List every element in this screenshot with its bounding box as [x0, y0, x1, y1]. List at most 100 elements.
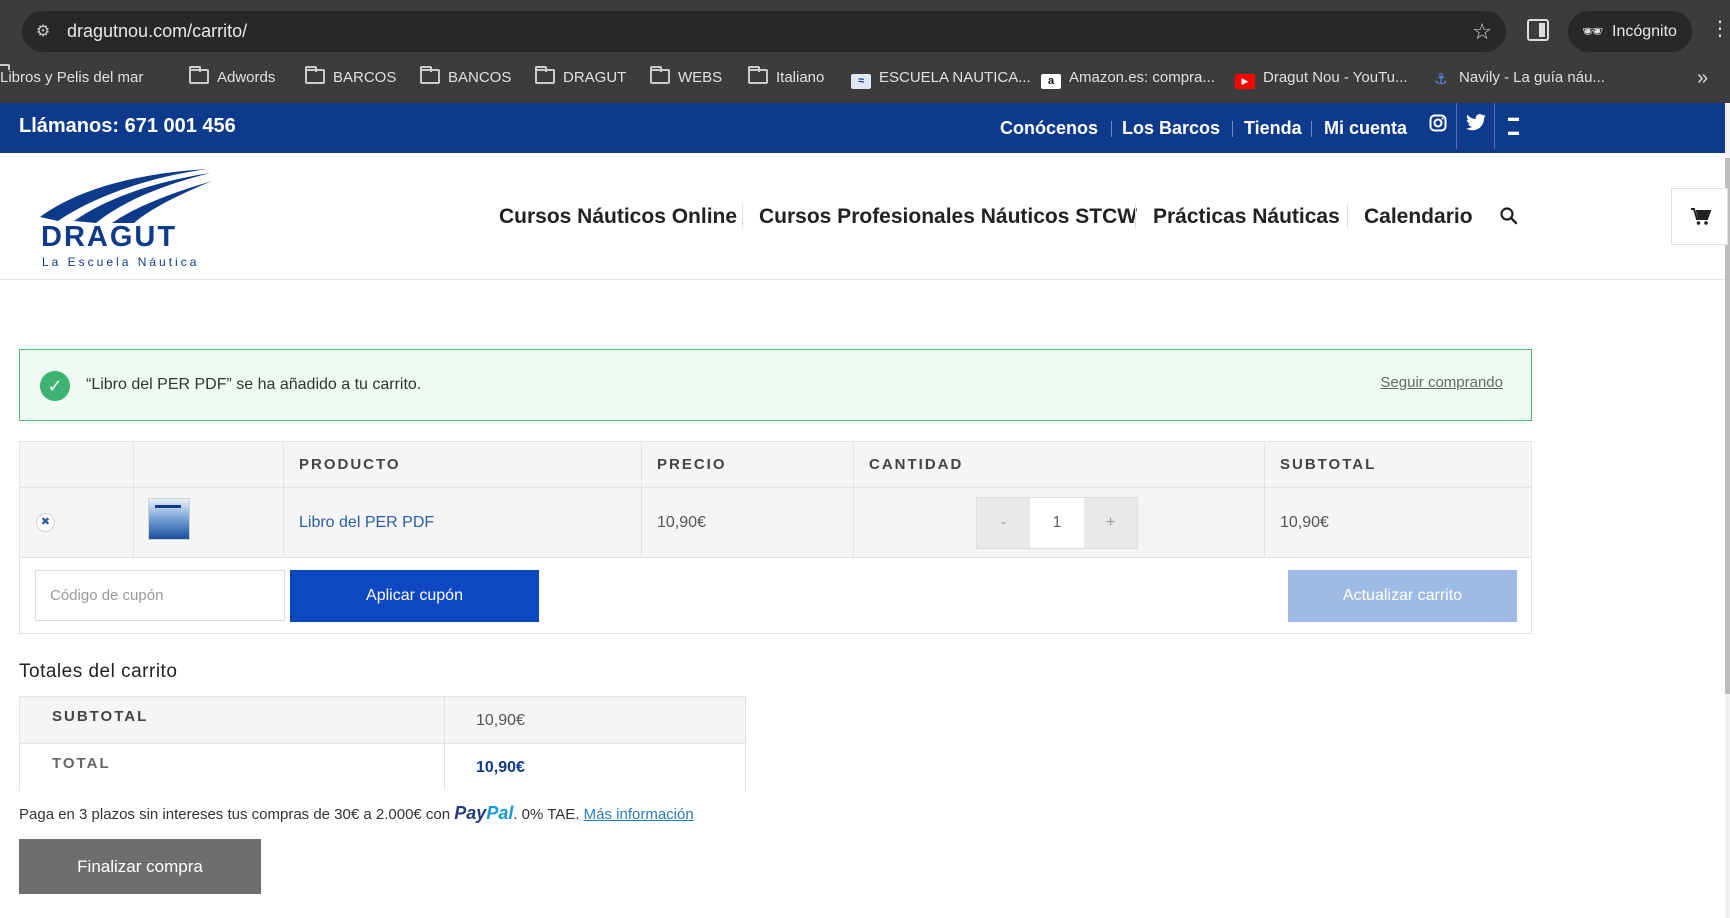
top-link-los-barcos[interactable]: Los Barcos [1122, 103, 1220, 153]
more-info-link[interactable]: Más información [584, 806, 694, 823]
address-bar[interactable]: ⚙ dragutnou.com/carrito/ ☆ [22, 11, 1506, 52]
folder-icon [650, 66, 670, 84]
total-value: 10,90€ [476, 759, 525, 776]
phone-number[interactable]: Llámanos: 671 001 456 [19, 103, 236, 150]
dragut-logo[interactable]: DRAGUT La Escuela Náutica [38, 167, 213, 277]
divider [1232, 121, 1233, 137]
folder-icon [535, 66, 555, 84]
cart-totals-table: SUBTOTAL 10,90€ TOTAL 10,90€ [19, 696, 746, 791]
bookmark-item[interactable]: BARCOS [305, 62, 396, 94]
url-text[interactable]: dragutnou.com/carrito/ [67, 11, 247, 52]
paypal-logo: PayPal [454, 803, 513, 823]
subtotal-value: 10,90€ [476, 712, 525, 729]
bookmark-item[interactable]: Libros y Pelis del mar [0, 62, 143, 94]
top-link-tienda[interactable]: Tienda [1244, 103, 1302, 153]
incognito-badge[interactable]: 🕶 Incógnito [1568, 11, 1692, 52]
bookmarks-bar: Libros y Pelis del mar Adwords BARCOS BA… [0, 62, 1730, 94]
folder-icon [748, 66, 768, 84]
column-header-product: PRODUCTO [299, 456, 401, 473]
product-subtotal: 10,90€ [1280, 514, 1329, 531]
bookmark-item[interactable]: DRAGUT [535, 62, 626, 94]
youtube-icon[interactable]: ▬ ▬ [1495, 103, 1532, 153]
divider [1111, 121, 1112, 137]
table-row: ✖ Libro del PER PDF 10,90€ - + 10,90€ [20, 488, 1531, 558]
bookmark-label: Italiano [776, 69, 825, 86]
bookmark-item[interactable]: a Amazon.es: compra... [1041, 62, 1215, 94]
bookmark-item[interactable]: ▶ Dragut Nou - YouTu... [1235, 62, 1408, 94]
folder-icon [305, 66, 325, 84]
divider [1135, 204, 1136, 228]
divider [133, 442, 134, 558]
product-thumbnail[interactable] [148, 498, 190, 540]
divider [283, 442, 284, 558]
quantity-plus-button[interactable]: + [1084, 498, 1137, 548]
logo-tagline: La Escuela Náutica [42, 255, 200, 269]
bookmark-item[interactable]: WEBS [650, 62, 722, 94]
bookmark-label: Dragut Nou - YouTu... [1263, 69, 1408, 86]
table-row: SUBTOTAL 10,90€ [20, 697, 745, 744]
bookmark-star-icon[interactable]: ☆ [1472, 11, 1492, 52]
amazon-favicon-icon: a [1041, 74, 1061, 89]
paypal-text-before: Paga en 3 plazos sin intereses tus compr… [19, 806, 455, 823]
bookmark-label: WEBS [678, 69, 723, 86]
remove-item-icon[interactable]: ✖ [36, 513, 55, 532]
table-header: PRODUCTO PRECIO CANTIDAD SUBTOTAL [20, 442, 1531, 488]
top-link-conocenos[interactable]: Conócenos [1000, 103, 1098, 153]
bookmark-label: Amazon.es: compra... [1069, 69, 1215, 86]
nav-cursos-profesionales[interactable]: Cursos Profesionales Náuticos STCW [759, 153, 1137, 280]
bookmark-label: Adwords [217, 69, 276, 86]
column-header-quantity: CANTIDAD [869, 456, 964, 473]
quantity-input[interactable] [1030, 498, 1084, 548]
product-price: 10,90€ [657, 514, 706, 531]
update-cart-button[interactable]: Actualizar carrito [1288, 570, 1517, 622]
bookmark-label: ESCUELA NAUTICA... [879, 69, 1031, 86]
nav-cursos-nauticos-online[interactable]: Cursos Náuticos Online [499, 153, 737, 280]
notice-message: “Libro del PER PDF” se ha añadido a tu c… [86, 376, 422, 393]
logo-wordmark: DRAGUT [41, 221, 178, 253]
dragut-favicon-icon: ≈ [851, 74, 871, 89]
bookmark-item[interactable]: Italiano [748, 62, 824, 94]
bookmark-item[interactable]: ⚓ Navily - La guía náu... [1431, 62, 1605, 94]
browser-chrome: ⚙ dragutnou.com/carrito/ ☆ 🕶 Incógnito ⋮… [0, 0, 1730, 103]
instagram-icon[interactable] [1419, 103, 1456, 153]
continue-shopping-link[interactable]: Seguir comprando [1380, 350, 1503, 416]
twitter-icon[interactable] [1457, 103, 1494, 153]
table-row: TOTAL 10,90€ [20, 744, 745, 791]
top-link-mi-cuenta[interactable]: Mi cuenta [1324, 103, 1407, 153]
cart-totals-title: Totales del carrito [19, 661, 178, 682]
bookmarks-overflow-icon[interactable]: » [1697, 62, 1708, 94]
paypal-logo-pal: Pal [486, 803, 514, 823]
apply-coupon-button[interactable]: Aplicar cupón [290, 570, 539, 622]
nav-practicas-nauticas[interactable]: Prácticas Náuticas [1153, 153, 1340, 280]
quantity-stepper: - + [976, 497, 1138, 549]
side-panel-icon[interactable] [1527, 19, 1549, 41]
cart-button[interactable] [1671, 188, 1728, 245]
coupon-code-input[interactable] [35, 570, 285, 621]
bookmark-label: Libros y Pelis del mar [0, 69, 144, 86]
bookmark-item[interactable]: Adwords [189, 62, 275, 94]
bookmark-item[interactable]: BANCOS [420, 62, 511, 94]
browser-menu-icon[interactable]: ⋮ [1710, 16, 1730, 41]
site-settings-icon[interactable]: ⚙ [32, 21, 54, 43]
divider [1347, 204, 1348, 228]
quantity-minus-button[interactable]: - [977, 498, 1030, 548]
subtotal-label: SUBTOTAL [52, 708, 149, 725]
column-header-price: PRECIO [657, 456, 727, 473]
check-icon: ✓ [40, 371, 70, 401]
nav-calendario[interactable]: Calendario [1364, 153, 1473, 280]
checkout-button[interactable]: Finalizar compra [19, 839, 261, 894]
product-name-link[interactable]: Libro del PER PDF [299, 488, 434, 558]
divider [1311, 121, 1312, 137]
bookmark-label: BARCOS [333, 69, 397, 86]
column-header-subtotal: SUBTOTAL [1280, 456, 1377, 473]
cart-icon [1672, 189, 1729, 249]
divider [742, 204, 743, 228]
divider [641, 442, 642, 558]
bookmark-item[interactable]: ≈ ESCUELA NAUTICA... [851, 62, 1031, 94]
folder-icon [420, 66, 440, 84]
incognito-label: Incógnito [1612, 23, 1677, 40]
folder-icon [189, 66, 209, 84]
search-icon[interactable] [1497, 204, 1521, 228]
bookmark-label: BANCOS [448, 69, 512, 86]
top-bar: Llámanos: 671 001 456 Conócenos Los Barc… [0, 103, 1725, 153]
